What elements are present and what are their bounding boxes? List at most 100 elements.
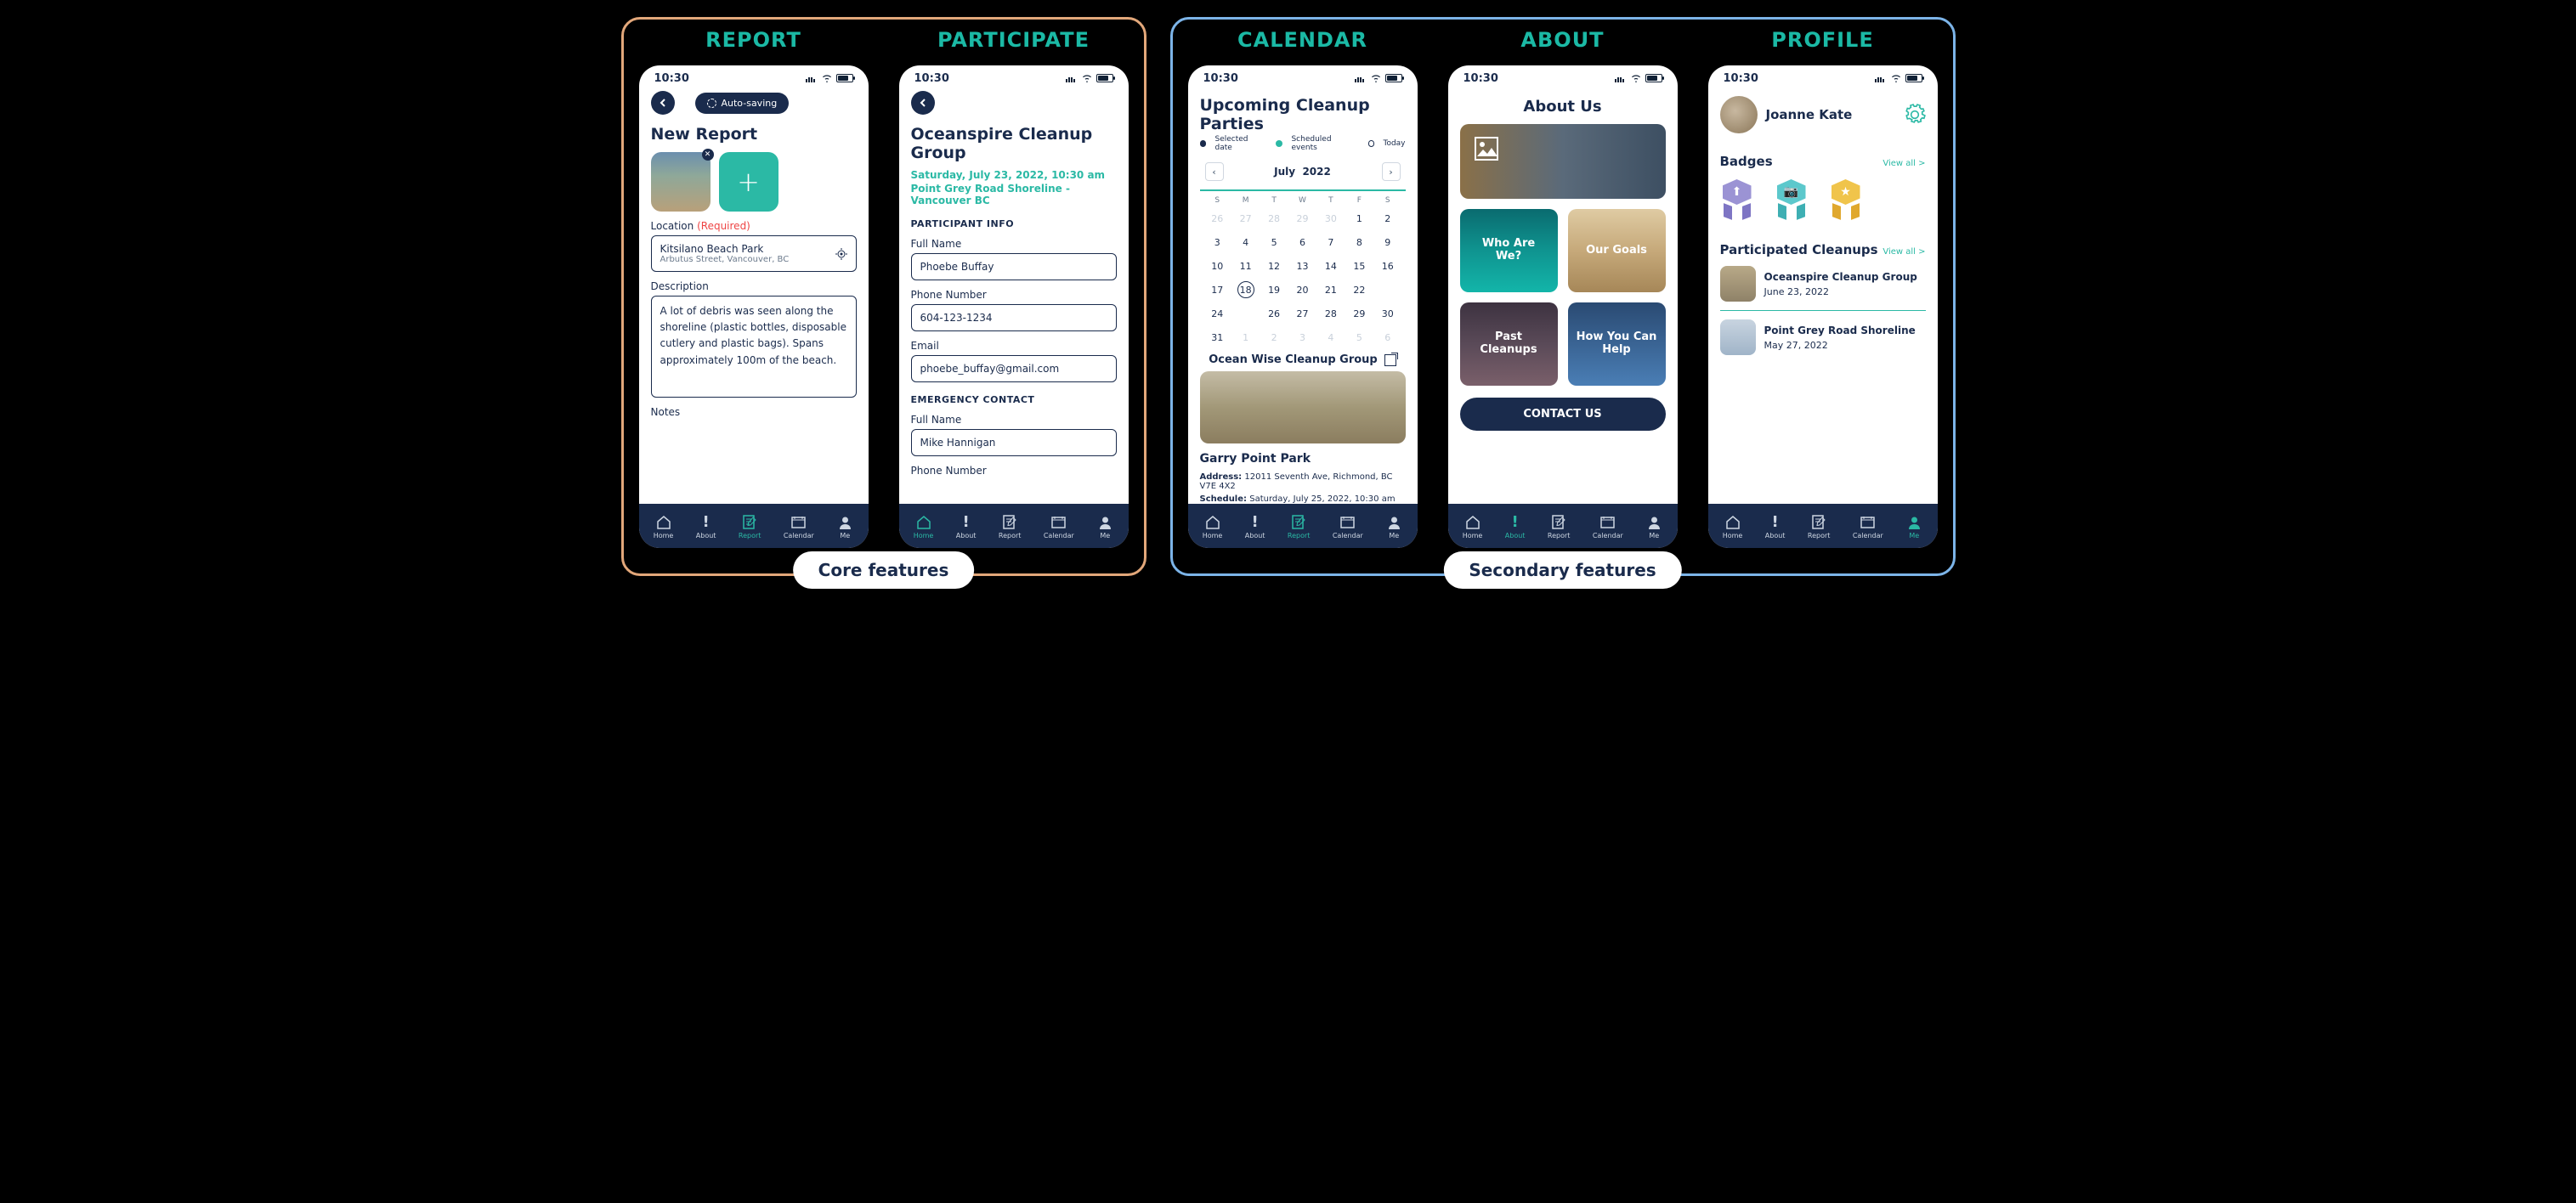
prev-month-button[interactable]: ‹ [1205,162,1224,181]
nav-me[interactable]: Me [1096,515,1113,539]
add-photo-button[interactable]: + [719,152,778,212]
calendar-day-selected[interactable]: 25 [1231,305,1260,322]
status-bar: 10:30 [1188,65,1418,91]
calendar-day[interactable]: 21 [1316,281,1345,298]
calendar-day[interactable]: 26 [1203,210,1231,227]
nav-home[interactable]: Home [914,515,934,539]
calendar-day[interactable]: 5 [1345,329,1373,346]
group-title: Oceanspire Cleanup Group [911,125,1117,162]
avatar[interactable] [1720,96,1758,133]
calendar-day[interactable]: 9 [1373,234,1401,251]
cleanup-item[interactable]: Oceanspire Cleanup Group June 23, 2022 [1720,257,1926,310]
nav-home[interactable]: Home [654,515,674,539]
email-input[interactable]: phoebe_buffay@gmail.com [911,355,1117,382]
nav-me[interactable]: Me [1645,515,1662,539]
ec-name-label: Full Name [911,414,1117,426]
calendar-day[interactable]: 2 [1373,210,1401,227]
calendar-day[interactable]: 3 [1288,329,1316,346]
calendar-day[interactable]: 10 [1203,257,1231,274]
phone-input[interactable]: 604-123-1234 [911,304,1117,331]
nav-about[interactable]: !About [956,515,977,539]
calendar-day[interactable]: 27 [1231,210,1260,227]
calendar-day[interactable]: 7 [1316,234,1345,251]
calendar-day[interactable]: 3 [1203,234,1231,251]
cleanup-title: Point Grey Road Shoreline [1764,325,1916,336]
calendar-day[interactable]: 6 [1373,329,1401,346]
back-button[interactable] [651,91,675,115]
nav-calendar[interactable]: Calendar [784,515,814,539]
event-link[interactable]: Ocean Wise Cleanup Group [1200,353,1406,366]
calendar-day[interactable]: 31 [1203,329,1231,346]
nav-report[interactable]: Report [1288,515,1311,539]
calendar-day[interactable]: 4 [1316,329,1345,346]
nav-home[interactable]: Home [1723,515,1743,539]
full-name-input[interactable]: Phoebe Buffay [911,253,1117,280]
nav-about[interactable]: !About [1245,515,1265,539]
calendar-day[interactable]: 29 [1288,210,1316,227]
calendar-day[interactable]: 5 [1260,234,1288,251]
calendar-day[interactable]: 19 [1260,281,1288,298]
calendar-day[interactable]: 30 [1316,210,1345,227]
nav-report[interactable]: Report [1548,515,1571,539]
calendar-day[interactable]: 28 [1260,210,1288,227]
status-bar: 10:30 [639,65,869,91]
next-month-button[interactable]: › [1382,162,1401,181]
contact-us-button[interactable]: CONTACT US [1460,398,1666,431]
view-all-badges-link[interactable]: View all > [1882,159,1925,168]
cleanup-item[interactable]: Point Grey Road Shoreline May 27, 2022 [1720,311,1926,364]
description-textarea[interactable]: A lot of debris was seen along the shore… [651,296,857,398]
calendar-day[interactable]: 4 [1231,234,1260,251]
nav-me[interactable]: Me [1905,515,1922,539]
remove-photo-button[interactable]: ✕ [702,149,714,161]
calendar-day[interactable]: 22 [1345,281,1373,298]
nav-report[interactable]: Report [739,515,761,539]
badges-heading: Badges [1720,154,1773,169]
calendar-day[interactable]: 17 [1203,281,1231,298]
nav-report[interactable]: Report [999,515,1022,539]
calendar-day[interactable]: 15 [1345,257,1373,274]
calendar-day-today[interactable]: 18 [1231,281,1260,298]
calendar-day[interactable]: 26 [1260,305,1288,322]
nav-me[interactable]: Me [1385,515,1402,539]
nav-calendar[interactable]: Calendar [1044,515,1074,539]
nav-about[interactable]: !About [1505,515,1526,539]
calendar-day-scheduled[interactable]: 23 [1373,281,1401,298]
calendar-day[interactable]: 1 [1345,210,1373,227]
calendar-day[interactable]: 20 [1288,281,1316,298]
about-card-who[interactable]: Who Are We? [1460,209,1558,292]
location-input[interactable]: Kitsilano Beach Park Arbutus Street, Van… [651,235,857,272]
calendar-day[interactable]: 11 [1231,257,1260,274]
settings-button[interactable] [1904,104,1926,126]
nav-calendar[interactable]: Calendar [1853,515,1883,539]
back-button[interactable] [911,91,935,115]
nav-calendar[interactable]: Calendar [1333,515,1363,539]
nav-about[interactable]: !About [696,515,716,539]
calendar-day[interactable]: 14 [1316,257,1345,274]
calendar-day[interactable]: 30 [1373,305,1401,322]
calendar-day[interactable]: 1 [1231,329,1260,346]
nav-about[interactable]: !About [1765,515,1786,539]
calendar-day[interactable]: 28 [1316,305,1345,322]
about-card-goals[interactable]: Our Goals [1568,209,1666,292]
calendar-day[interactable]: 13 [1288,257,1316,274]
nav-calendar[interactable]: Calendar [1593,515,1623,539]
calendar-day[interactable]: 24 [1203,305,1231,322]
view-all-cleanups-link[interactable]: View all > [1882,247,1925,257]
calendar-day[interactable]: 6 [1288,234,1316,251]
locate-icon[interactable] [835,248,847,260]
calendar-day[interactable]: 29 [1345,305,1373,322]
calendar-day[interactable]: 16 [1373,257,1401,274]
photo-thumbnail[interactable]: ✕ [651,152,711,212]
calendar-day[interactable]: 2 [1260,329,1288,346]
page-title: New Report [651,125,857,144]
nav-report[interactable]: Report [1808,515,1831,539]
nav-me[interactable]: Me [836,515,853,539]
nav-home[interactable]: Home [1463,515,1483,539]
nav-home[interactable]: Home [1203,515,1223,539]
calendar-day[interactable]: 27 [1288,305,1316,322]
calendar-day[interactable]: 12 [1260,257,1288,274]
calendar-day[interactable]: 8 [1345,234,1373,251]
about-card-past[interactable]: Past Cleanups [1460,302,1558,386]
about-card-help[interactable]: How You Can Help [1568,302,1666,386]
ec-name-input[interactable]: Mike Hannigan [911,429,1117,456]
